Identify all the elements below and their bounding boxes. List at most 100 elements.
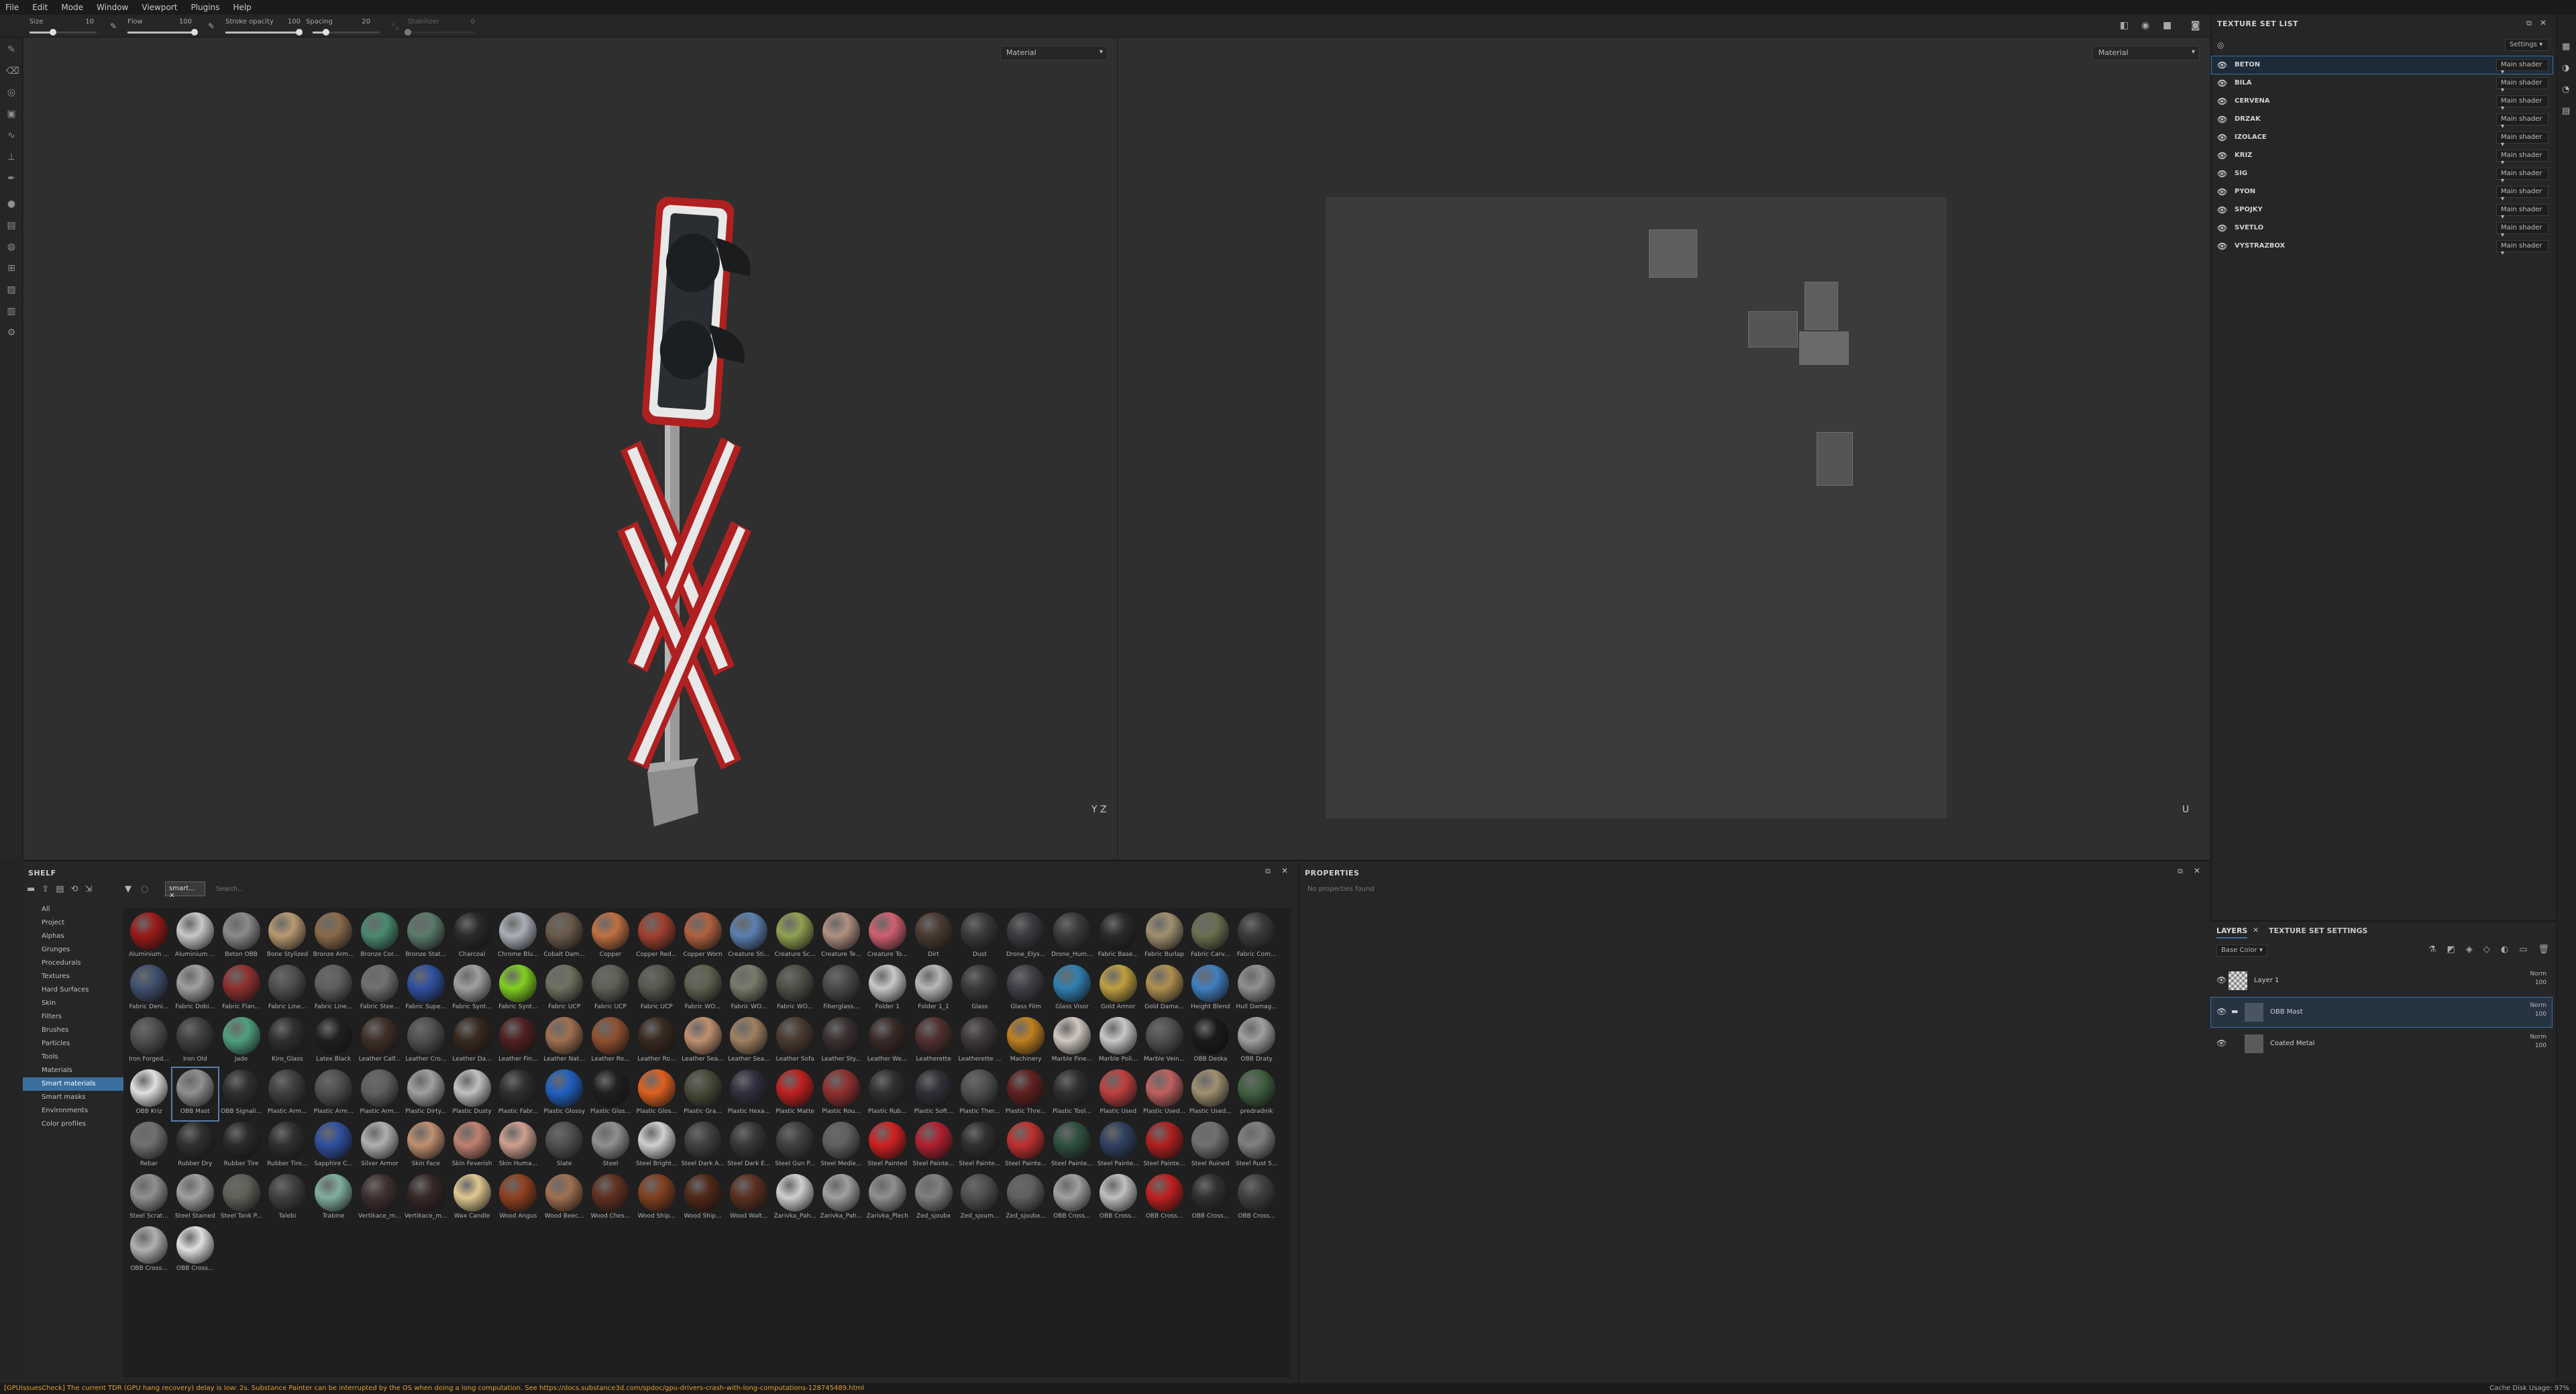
material-item[interactable]: Leather Ro...: [634, 1016, 680, 1068]
material-item[interactable]: Chrome Blu...: [495, 911, 541, 963]
material-item[interactable]: Leatherette ...: [957, 1016, 1002, 1068]
material-item[interactable]: Steel Dark A...: [680, 1120, 726, 1173]
eye-icon[interactable]: 👁: [2217, 60, 2227, 70]
close-icon[interactable]: ✕: [2253, 926, 2259, 934]
material-item[interactable]: Leather Sofa: [772, 1016, 818, 1068]
stabilizer-knob[interactable]: [405, 29, 411, 36]
gear-icon[interactable]: ⚙: [6, 327, 17, 338]
menu-window[interactable]: Window: [97, 3, 128, 12]
size-value[interactable]: 10: [67, 18, 94, 25]
material-item[interactable]: Plastic Thre...: [1003, 1068, 1049, 1120]
material-item[interactable]: Steel Painte...: [1142, 1120, 1187, 1173]
material-item[interactable]: Fabric Com...: [1234, 911, 1279, 963]
eye-icon[interactable]: 👁: [2217, 187, 2227, 197]
pen-pressure-icon[interactable]: ✎: [208, 21, 215, 31]
material-item[interactable]: Zed_sjoum...: [957, 1173, 1002, 1225]
material-item[interactable]: Marble Fine...: [1049, 1016, 1095, 1068]
material-item[interactable]: Leather Nat...: [541, 1016, 587, 1068]
menu-help[interactable]: Help: [233, 3, 251, 12]
material-item[interactable]: OBB Deska: [1187, 1016, 1233, 1068]
material-item[interactable]: Hull Damag...: [1234, 963, 1279, 1016]
import-icon[interactable]: ⇪: [42, 884, 49, 894]
texture-set-row[interactable]: 👁 BILA Main shader ▾: [2212, 74, 2553, 94]
material-item[interactable]: Steel Painte...: [1049, 1120, 1095, 1173]
add-effect-icon[interactable]: ⚗: [2428, 945, 2436, 955]
material-item[interactable]: Fabric Deni...: [126, 963, 172, 1016]
polygon-fill-icon[interactable]: ▣: [6, 109, 17, 119]
material-item[interactable]: Glass Film: [1003, 963, 1049, 1016]
material-item[interactable]: Wood Angus: [495, 1173, 541, 1225]
eye-icon[interactable]: 👁: [2217, 169, 2227, 178]
spacing-value[interactable]: 20: [343, 18, 370, 25]
close-icon[interactable]: ✕: [2194, 866, 2200, 875]
size-track[interactable]: [30, 29, 97, 36]
material-item[interactable]: Talebi: [264, 1173, 310, 1225]
physical-paint-icon[interactable]: ●: [6, 199, 17, 209]
texture-set-row[interactable]: 👁 VYSTRAZBOX Main shader ▾: [2212, 237, 2553, 257]
material-item[interactable]: Height Blend: [1187, 963, 1233, 1016]
material-item[interactable]: Steel: [588, 1120, 633, 1173]
menu-file[interactable]: File: [5, 3, 19, 12]
smudge-icon[interactable]: ∿: [6, 130, 17, 141]
shader-select[interactable]: Main shader ▾: [2496, 204, 2548, 221]
material-item[interactable]: Rubber Tire: [219, 1120, 264, 1173]
material-item[interactable]: Plastic Hexa...: [726, 1068, 771, 1120]
material-item[interactable]: Folder 1: [865, 963, 910, 1016]
material-item[interactable]: Vertikace_m...: [403, 1173, 449, 1225]
material-item[interactable]: Dust: [957, 911, 1002, 963]
uv-transform-icon[interactable]: ⊞: [6, 263, 17, 274]
material-item[interactable]: Fabric Carv...: [1187, 911, 1233, 963]
material-item[interactable]: Fabric Stee...: [357, 963, 402, 1016]
material-item[interactable]: Kiro_Glass: [264, 1016, 310, 1068]
shelf-category-item[interactable]: Hard Surfaces: [23, 983, 123, 997]
screenshot-icon[interactable]: ◙: [2191, 20, 2200, 31]
eye-icon[interactable]: 👁: [2217, 242, 2227, 251]
shelf-category-item[interactable]: Skin: [23, 997, 123, 1010]
material-item[interactable]: Sapphire C...: [311, 1120, 356, 1173]
material-item[interactable]: Leather Ro...: [588, 1016, 633, 1068]
color-picker-icon[interactable]: ✒: [6, 173, 17, 184]
refresh-icon[interactable]: ⟲: [71, 884, 78, 894]
shelf-category-item[interactable]: Grunges: [23, 943, 123, 957]
material-item[interactable]: Plastic Fabr...: [495, 1068, 541, 1120]
view-icon[interactable]: ◎: [2217, 40, 2224, 50]
material-item[interactable]: Plastic Gra...: [680, 1068, 726, 1120]
material-item[interactable]: Copper Red...: [634, 911, 680, 963]
material-item[interactable]: Plastic Dusty: [449, 1068, 495, 1120]
tab-layers[interactable]: LAYERS: [2216, 926, 2248, 939]
material-item[interactable]: Steel Stained: [172, 1173, 218, 1225]
material-item[interactable]: Fabric Burlap: [1142, 911, 1187, 963]
display-icon[interactable]: ◑: [2562, 63, 2569, 73]
add-fill-layer-icon[interactable]: ◈: [2466, 945, 2473, 955]
material-item[interactable]: OBB Kriz: [126, 1068, 172, 1120]
material-item[interactable]: Creature Sti...: [726, 911, 771, 963]
material-item[interactable]: Steel Gun P...: [772, 1120, 818, 1173]
material-item[interactable]: OBB Cross...: [1142, 1173, 1187, 1225]
material-item[interactable]: Steel Medie...: [818, 1120, 864, 1173]
search-toggle-icon[interactable]: ○: [141, 884, 148, 894]
display-settings-icon[interactable]: ▨: [6, 284, 17, 295]
material-item[interactable]: Plastic Tool...: [1049, 1068, 1095, 1120]
material-item[interactable]: Plastic Matte: [772, 1068, 818, 1120]
viewport-3d[interactable]: Material ▾ Y Z: [23, 38, 1117, 859]
shader-select[interactable]: Main shader ▾: [2496, 222, 2548, 239]
shader-select[interactable]: Main shader ▾: [2496, 150, 2548, 166]
material-item[interactable]: Cobalt Dam...: [541, 911, 587, 963]
material-item[interactable]: Zarivka_Plech: [865, 1173, 910, 1225]
float-panel-icon[interactable]: ⧉: [2178, 867, 2183, 876]
shader-select[interactable]: Main shader ▾: [2496, 77, 2548, 94]
material-item[interactable]: Zarivka_Pah...: [772, 1173, 818, 1225]
material-item[interactable]: Plastic Arm...: [357, 1068, 402, 1120]
material-item[interactable]: Wood Ches...: [588, 1173, 633, 1225]
shader-select[interactable]: Main shader ▾: [2496, 95, 2548, 112]
material-item[interactable]: OBB Cross...: [1234, 1173, 1279, 1225]
eye-icon[interactable]: 👁: [2217, 223, 2227, 233]
new-icon[interactable]: ▤: [56, 884, 64, 894]
shader-settings-icon[interactable]: ▥: [6, 306, 17, 317]
shelf-category-item[interactable]: Filters: [23, 1010, 123, 1024]
export-icon[interactable]: ⇲: [85, 884, 92, 894]
material-item[interactable]: OBB Draty: [1234, 1016, 1279, 1068]
material-item[interactable]: Fabric Dobi...: [172, 963, 218, 1016]
filter-tag[interactable]: smart... ✕: [165, 881, 205, 900]
material-item[interactable]: Latex Black: [311, 1016, 356, 1068]
